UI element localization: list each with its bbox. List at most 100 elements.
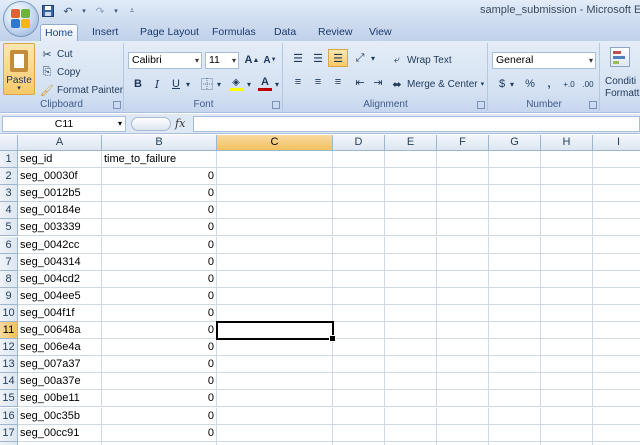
cell-empty[interactable] [437,407,489,425]
number-launcher-icon[interactable] [589,101,597,109]
align-left-button[interactable]: ≡ [288,73,308,91]
cell-time-to-failure[interactable]: 0 [102,219,217,237]
cell-empty[interactable] [333,407,385,425]
cell-empty[interactable] [489,407,541,425]
decrease-decimal-button[interactable]: .00 [578,75,598,93]
cell-seg-id[interactable]: seg_007a37 [18,356,102,374]
cell-empty[interactable] [593,425,640,442]
cell-empty[interactable] [541,424,593,442]
cell-seg-id[interactable]: seg_003339 [18,219,102,237]
cell-empty[interactable] [593,202,640,220]
font-launcher-icon[interactable] [272,101,280,109]
column-header-e[interactable]: E [385,135,437,151]
tab-formulas[interactable]: Formulas [208,24,260,41]
align-bottom-button[interactable]: ☰ [328,49,348,67]
row-header[interactable]: 8 [0,270,18,288]
cell-empty[interactable] [489,304,541,322]
cell-empty[interactable] [385,356,437,374]
cell-empty[interactable] [489,356,541,374]
cell-empty[interactable] [217,151,333,169]
cell-empty[interactable] [217,407,333,425]
cell-empty[interactable] [541,339,593,357]
cell-empty[interactable] [593,339,640,357]
cell-empty[interactable] [437,287,489,305]
cell-time-to-failure[interactable]: 0 [102,202,217,220]
cell-empty[interactable] [333,270,385,288]
row-header[interactable]: 13 [0,356,18,374]
cell-empty[interactable] [489,151,541,169]
format-painter-button[interactable]: 🖌 Format Painter [40,81,123,99]
cell-seg-id[interactable]: seg_00cc91 [18,424,102,442]
cell-empty[interactable] [217,236,333,254]
cell-time-to-failure[interactable]: 0 [102,185,217,203]
cell-empty[interactable] [333,202,385,220]
cell-empty[interactable] [489,390,541,408]
row-header[interactable]: 15 [0,390,18,408]
cell-empty[interactable] [385,373,437,391]
cell-empty[interactable] [593,237,640,254]
cell-seg-id[interactable]: seg_00184e [18,202,102,220]
cell-empty[interactable] [593,288,640,305]
row-header[interactable]: 9 [0,287,18,305]
cell-empty[interactable] [437,202,489,220]
cell-empty[interactable] [489,373,541,391]
cell-empty[interactable] [333,339,385,357]
decrease-indent-button[interactable]: ⇤ [350,73,370,91]
cell-time-to-failure[interactable]: 0 [102,270,217,288]
spreadsheet-grid[interactable]: A B C D E F G H I 1 seg_id time_to_failure 2 seg_0003… [0,135,640,445]
row-header[interactable]: 6 [0,236,18,254]
cell-empty[interactable] [541,253,593,271]
cell-empty[interactable] [333,219,385,237]
row-header[interactable]: 16 [0,407,18,425]
cell-time-to-failure[interactable]: 0 [102,236,217,254]
cell-empty[interactable] [541,236,593,254]
cell-empty[interactable] [437,151,489,169]
cell-seg-id[interactable]: seg_004cd2 [18,270,102,288]
cell-seg-id[interactable]: seg_00648a [18,322,102,340]
cell-empty[interactable] [333,168,385,186]
column-header-a[interactable]: A [18,135,102,151]
cell-empty[interactable] [217,322,333,340]
cell-empty[interactable] [541,168,593,186]
cell-empty[interactable] [217,219,333,237]
name-box[interactable]: C11 ▾ [2,116,126,132]
clipboard-launcher-icon[interactable] [113,101,121,109]
cell-empty[interactable] [593,254,640,271]
borders-dropdown-icon[interactable]: ▾ [214,75,224,93]
formula-input[interactable] [193,116,640,132]
cell-empty[interactable] [333,304,385,322]
cell-empty[interactable] [333,390,385,408]
cell-empty[interactable] [489,424,541,442]
cell-empty[interactable] [385,253,437,271]
merge-center-button[interactable]: ⬌ Merge & Center ▾ [390,75,484,93]
tab-insert[interactable]: Insert [88,24,122,41]
cell-empty[interactable] [541,287,593,305]
cell-empty[interactable] [385,270,437,288]
cell-empty[interactable] [437,236,489,254]
align-right-button[interactable]: ≡ [328,73,348,91]
cell-empty[interactable] [489,185,541,203]
row-header[interactable]: 12 [0,339,18,357]
conditional-formatting-button[interactable]: Conditi Formatti [601,43,640,111]
formula-separator-handle[interactable] [131,117,171,131]
cell-seg-id[interactable]: seg_004f1f [18,304,102,322]
number-format-combo[interactable]: General ▾ [492,52,596,69]
row-header[interactable]: 1 [0,151,18,169]
cell-empty[interactable] [437,339,489,357]
cell-empty[interactable] [541,185,593,203]
cell-empty[interactable] [385,304,437,322]
cell-empty[interactable] [489,168,541,186]
cell-empty[interactable] [217,339,333,357]
orientation-dropdown-icon[interactable]: ▾ [368,49,378,67]
italic-button[interactable]: I [147,75,167,93]
cell-time-to-failure[interactable]: 0 [102,356,217,374]
column-header-i[interactable]: I [593,135,640,151]
column-header-c[interactable]: C [217,135,333,151]
cell-empty[interactable] [217,253,333,271]
cell-empty[interactable] [385,339,437,357]
cell-empty[interactable] [385,407,437,425]
row-header[interactable]: 11 [0,322,18,340]
cell-empty[interactable] [333,373,385,391]
cell-empty[interactable] [385,236,437,254]
cell-empty[interactable] [437,253,489,271]
